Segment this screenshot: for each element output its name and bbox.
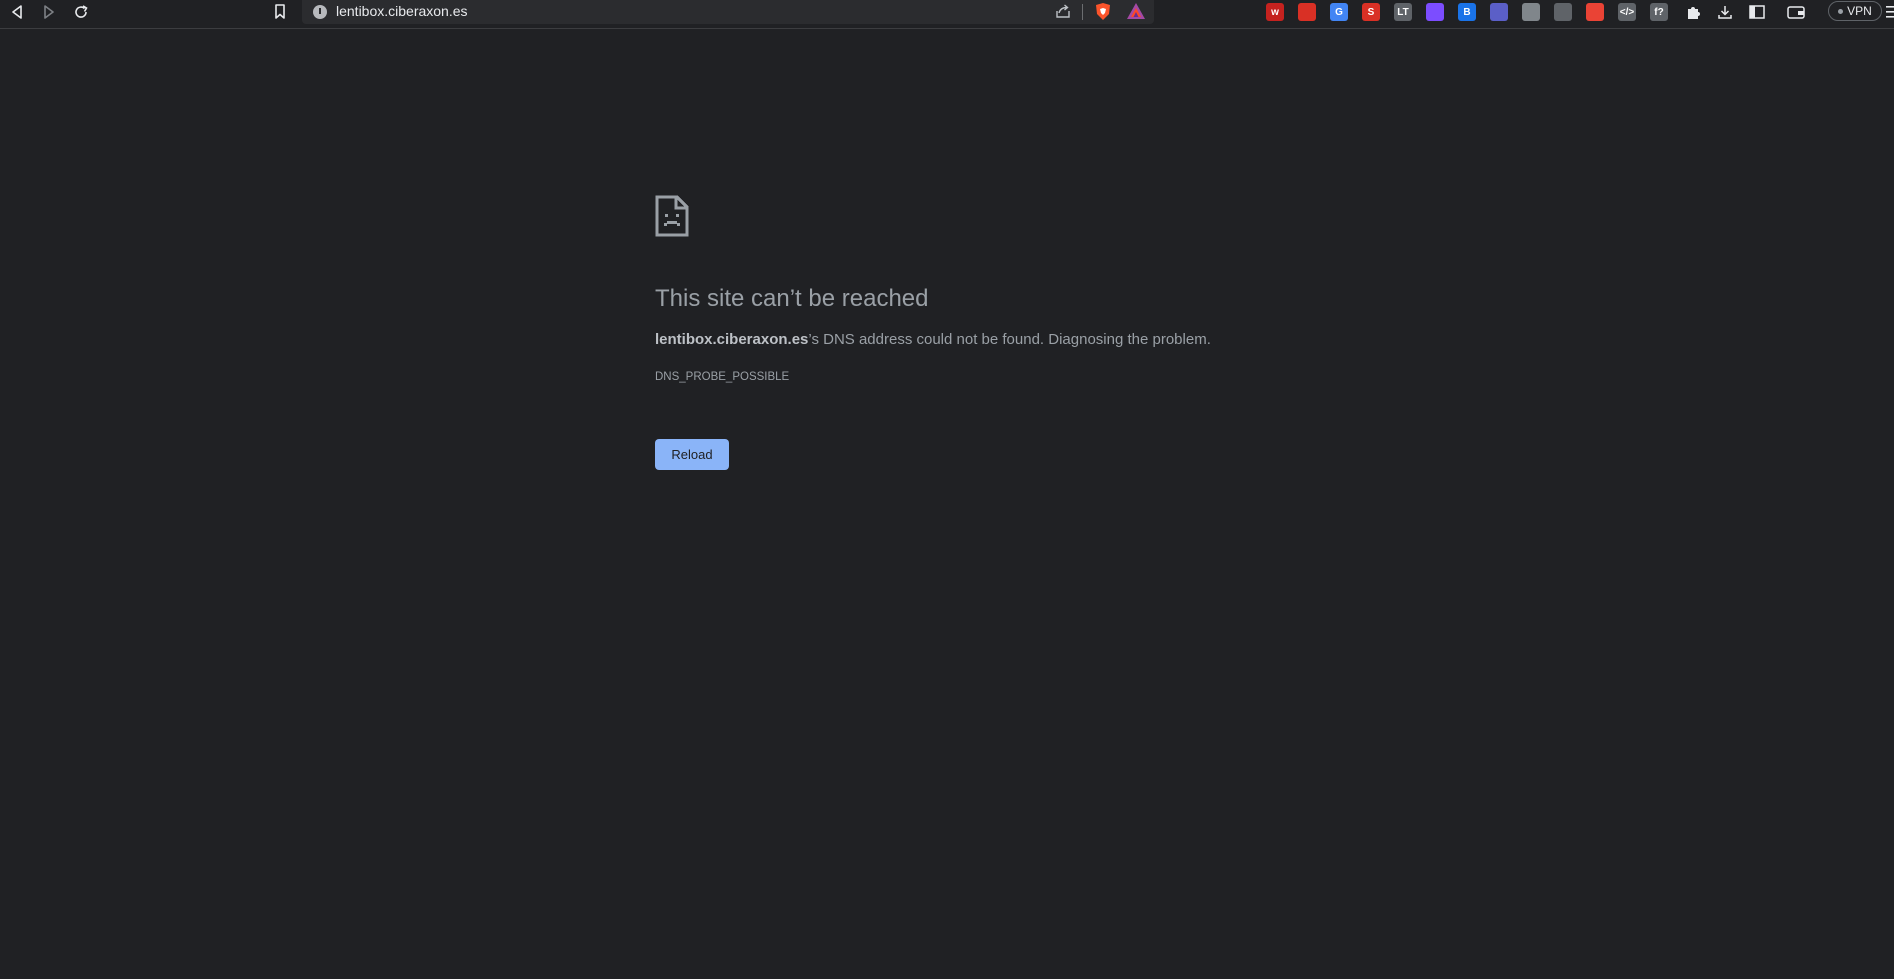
address-url[interactable]: lentibox.ciberaxon.es: [336, 3, 468, 19]
reload-icon[interactable]: [69, 2, 93, 22]
ext-translate-icon[interactable]: G: [1330, 3, 1348, 21]
share-icon[interactable]: [1054, 2, 1072, 24]
ext-gear-icon[interactable]: [1490, 3, 1508, 21]
ext-b-icon[interactable]: B: [1458, 3, 1476, 21]
wallet-icon[interactable]: [1784, 2, 1808, 22]
ext-circle-icon[interactable]: [1554, 3, 1572, 21]
vpn-button[interactable]: VPN: [1828, 1, 1882, 21]
ext-shield-icon[interactable]: [1298, 3, 1316, 21]
reload-button[interactable]: Reload: [655, 439, 729, 470]
error-host: lentibox.ciberaxon.es: [655, 331, 809, 348]
ext-s-icon[interactable]: S: [1362, 3, 1380, 21]
forward-icon[interactable]: [37, 2, 61, 22]
vpn-status-dot: [1838, 8, 1844, 14]
ext-font-icon[interactable]: f?: [1650, 3, 1668, 21]
bookmark-icon[interactable]: [268, 2, 292, 22]
back-icon[interactable]: [5, 2, 29, 22]
divider: [1082, 4, 1083, 20]
menu-icon[interactable]: [1886, 4, 1894, 23]
address-bar[interactable]: lentibox.ciberaxon.es: [302, 0, 1154, 24]
downloads-icon[interactable]: [1713, 2, 1737, 22]
site-info-icon[interactable]: [313, 5, 327, 19]
error-title: This site can’t be reached: [655, 285, 929, 312]
ext-code-icon[interactable]: </>: [1618, 3, 1636, 21]
browser-toolbar: lentibox.ciberaxon.es w G S LT B </> f? VPN: [0, 0, 1894, 29]
ext-database-icon[interactable]: [1522, 3, 1540, 21]
ext-lt-icon[interactable]: LT: [1394, 3, 1412, 21]
error-code: DNS_PROBE_POSSIBLE: [655, 371, 790, 383]
extensions-puzzle-icon[interactable]: [1681, 2, 1705, 22]
error-summary: lentibox.ciberaxon.es’s DNS address coul…: [655, 331, 1211, 348]
ext-w-icon[interactable]: w: [1266, 3, 1284, 21]
ext-grid-icon[interactable]: [1586, 3, 1604, 21]
error-message: ’s DNS address could not be found. Diagn…: [808, 331, 1211, 348]
sidebar-icon[interactable]: [1745, 2, 1769, 22]
brave-shields-icon[interactable]: [1094, 2, 1112, 25]
vpn-label: VPN: [1847, 4, 1872, 18]
ext-ring-icon[interactable]: [1426, 3, 1444, 21]
sad-page-icon: [655, 195, 689, 241]
brave-rewards-icon[interactable]: [1126, 2, 1146, 24]
